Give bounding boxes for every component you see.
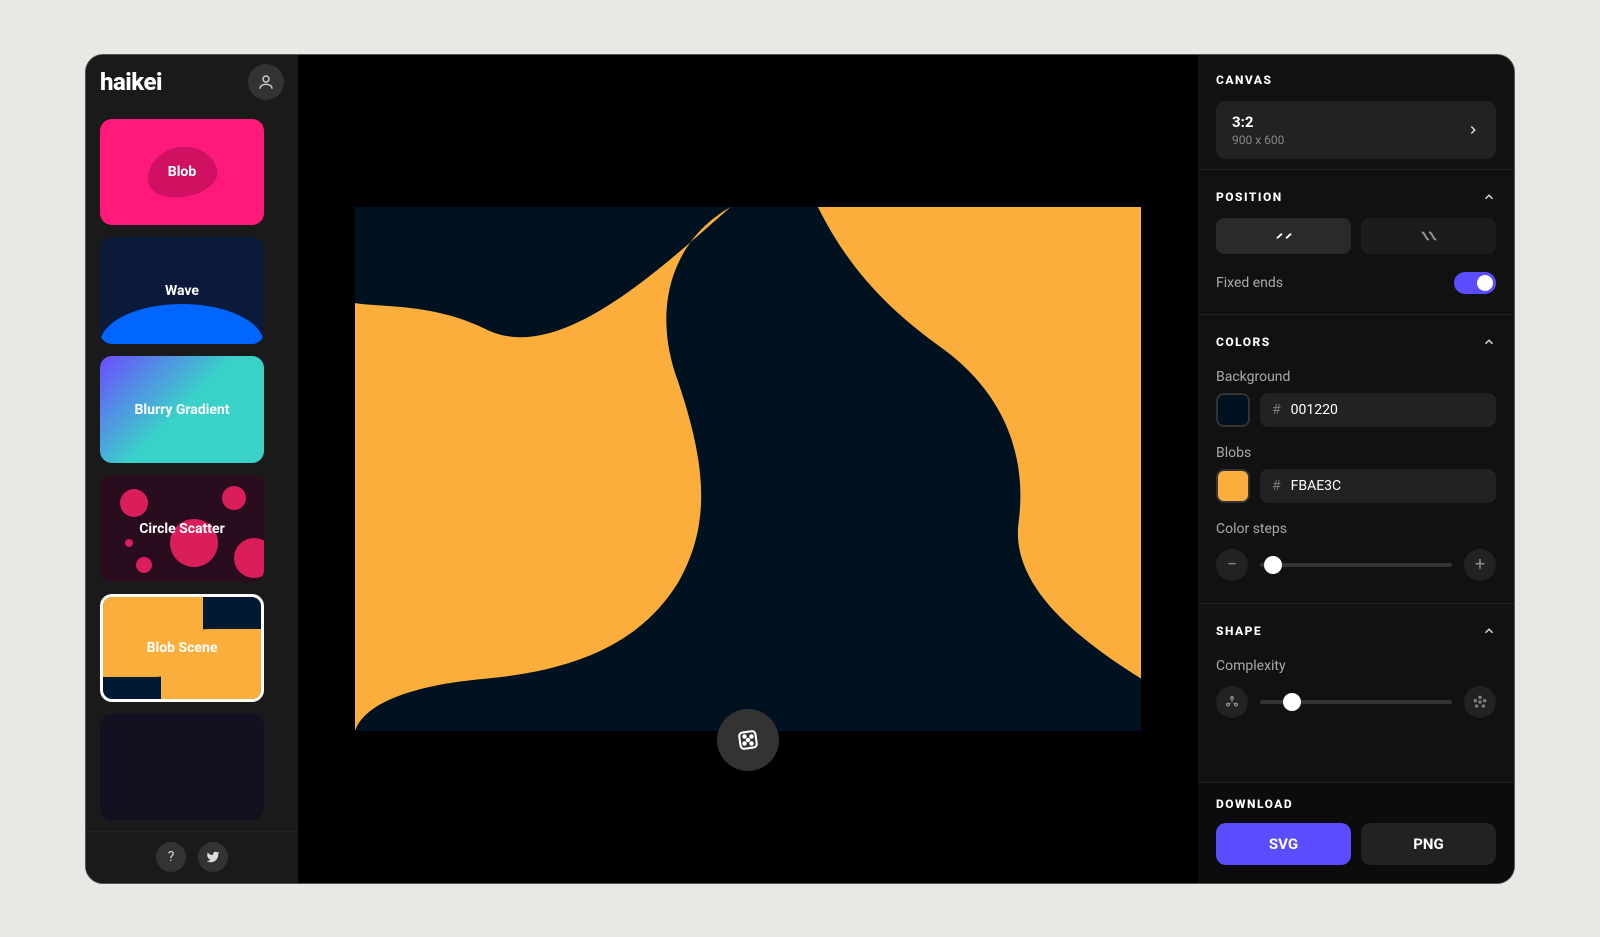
canvas-size-button[interactable]: 3:2 900 x 600	[1216, 101, 1496, 159]
blobs-color-label: Blobs	[1198, 439, 1514, 469]
bottom-bar: ?	[86, 831, 298, 883]
left-sidebar: haikei Blob Wave Blurry Gradient Circle …	[86, 55, 298, 883]
fixed-ends-toggle[interactable]	[1454, 272, 1496, 294]
user-icon[interactable]	[248, 64, 284, 100]
background-color-row: #001220	[1198, 393, 1514, 439]
generator-blurry-gradient[interactable]: Blurry Gradient	[100, 356, 264, 463]
complexity-slider-row	[1198, 682, 1514, 736]
complexity-slider[interactable]	[1260, 700, 1452, 704]
download-svg-button[interactable]: SVG	[1216, 823, 1351, 865]
position-variant-1[interactable]	[1216, 218, 1351, 254]
canvas-dimensions: 900 x 600	[1232, 133, 1284, 147]
randomize-button[interactable]	[717, 709, 779, 771]
background-swatch[interactable]	[1216, 393, 1250, 427]
right-panel: CANVAS 3:2 900 x 600 POSITION	[1198, 55, 1514, 883]
blobs-color-row: #FBAE3C	[1198, 469, 1514, 515]
generator-list[interactable]: Blob Wave Blurry Gradient Circle Scatter…	[86, 109, 298, 831]
top-bar: haikei	[86, 55, 298, 109]
color-steps-slider[interactable]	[1260, 563, 1452, 567]
position-section-header[interactable]: POSITION	[1198, 172, 1514, 218]
position-variant-toggle	[1198, 218, 1514, 268]
fixed-ends-row: Fixed ends	[1198, 268, 1514, 310]
download-title: DOWNLOAD	[1216, 797, 1496, 811]
canvas-ratio: 3:2	[1232, 113, 1284, 131]
chevron-up-icon	[1482, 624, 1496, 638]
chevron-right-icon	[1466, 123, 1480, 137]
plus-button[interactable]: +	[1464, 549, 1496, 581]
generator-blob[interactable]: Blob	[100, 119, 264, 226]
blobs-swatch[interactable]	[1216, 469, 1250, 503]
shape-section-header[interactable]: SHAPE	[1198, 606, 1514, 652]
minus-button[interactable]: −	[1216, 549, 1248, 581]
canvas-area	[298, 55, 1198, 883]
app-logo: haikei	[100, 68, 248, 96]
download-png-button[interactable]: PNG	[1361, 823, 1496, 865]
generator-circle-scatter[interactable]: Circle Scatter	[100, 475, 264, 582]
blobs-hex-input[interactable]: #FBAE3C	[1260, 469, 1496, 503]
fixed-ends-label: Fixed ends	[1216, 275, 1283, 291]
color-steps-slider-row: − +	[1198, 545, 1514, 599]
complexity-high-icon[interactable]	[1464, 686, 1496, 718]
color-steps-label: Color steps	[1198, 515, 1514, 545]
chevron-up-icon	[1482, 335, 1496, 349]
app-window: haikei Blob Wave Blurry Gradient Circle …	[85, 54, 1515, 884]
generator-wave[interactable]: Wave	[100, 237, 264, 344]
generator-blob-scene[interactable]: Blob Scene	[100, 594, 264, 701]
complexity-low-icon[interactable]	[1216, 686, 1248, 718]
position-variant-2[interactable]	[1361, 218, 1496, 254]
background-hex-input[interactable]: #001220	[1260, 393, 1496, 427]
colors-section-header[interactable]: COLORS	[1198, 317, 1514, 363]
background-color-label: Background	[1198, 363, 1514, 393]
twitter-icon[interactable]	[198, 842, 228, 872]
chevron-up-icon	[1482, 190, 1496, 204]
help-icon[interactable]: ?	[156, 842, 186, 872]
canvas-section-header: CANVAS	[1198, 55, 1514, 101]
properties-scroll[interactable]: CANVAS 3:2 900 x 600 POSITION	[1198, 55, 1514, 782]
canvas[interactable]	[355, 207, 1141, 731]
download-section: DOWNLOAD SVG PNG	[1198, 782, 1514, 883]
complexity-label: Complexity	[1198, 652, 1514, 682]
generator-next[interactable]	[100, 714, 264, 821]
